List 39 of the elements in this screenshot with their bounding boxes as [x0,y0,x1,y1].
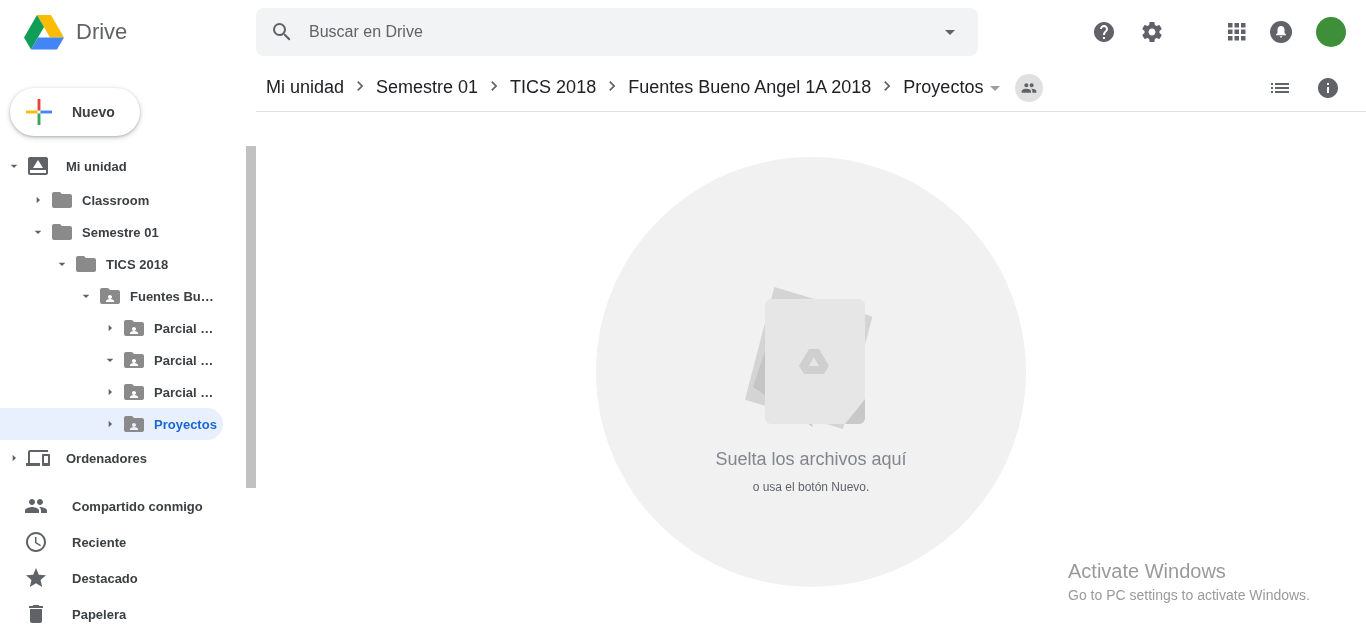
search-field[interactable]: Buscar en Drive [256,8,978,56]
activation-text: Go to PC settings to activate Windows. [1068,587,1310,603]
drop-subtitle: o usa el botón Nuevo. [752,480,870,494]
logo-icon [24,14,64,50]
logo-text: Drive [76,19,128,45]
nav-item[interactable]: Papelera [0,596,256,632]
tree-item[interactable]: Fuentes Bu… [0,280,220,312]
nav-item[interactable]: Compartido conmigo [0,488,256,524]
breadcrumb-link[interactable]: Semestre 01 [376,77,479,98]
breadcrumb-link[interactable]: Fuentes Bueno Angel 1A 2018 [628,77,872,98]
clock-icon [24,530,48,554]
tree-item[interactable]: Ordenadores [0,440,153,476]
scrollbar[interactable] [246,146,256,488]
new-button[interactable]: Nuevo [10,88,140,136]
tree-item[interactable]: Classroom [0,184,156,216]
nav-item[interactable]: Destacado [0,560,256,596]
drop-title: Suelta los archivos aquí [715,449,907,470]
tree-item[interactable]: Proyectos [0,408,223,440]
tree-item[interactable]: Mi unidad [0,148,133,184]
settings-icon[interactable] [1140,20,1164,44]
drive-icon [26,154,50,178]
tree-item[interactable]: TICS 2018 [0,248,175,280]
activation-title: Activate Windows [1068,560,1227,583]
tree-item[interactable]: Semestre 01 [0,216,165,248]
bell-icon[interactable] [1270,21,1292,43]
help-icon[interactable] [1092,20,1116,44]
apps-grid-icon[interactable] [1228,23,1246,41]
breadcrumb-link[interactable]: Proyectos [903,77,984,98]
plus-icon [26,99,52,125]
tree-item[interactable]: Parcial … [0,312,220,344]
nav-item[interactable]: Reciente [0,524,256,560]
info-icon[interactable] [1316,75,1340,100]
breadcrumb-link[interactable]: Mi unidad [266,77,345,98]
tree-item[interactable]: Parcial … [0,344,220,376]
star-icon [24,566,48,590]
shared-people-icon[interactable] [1015,73,1044,102]
breadcrumb-link[interactable]: TICS 2018 [510,77,597,98]
avatar[interactable] [1316,17,1346,47]
tree-item[interactable]: Parcial … [0,376,220,408]
